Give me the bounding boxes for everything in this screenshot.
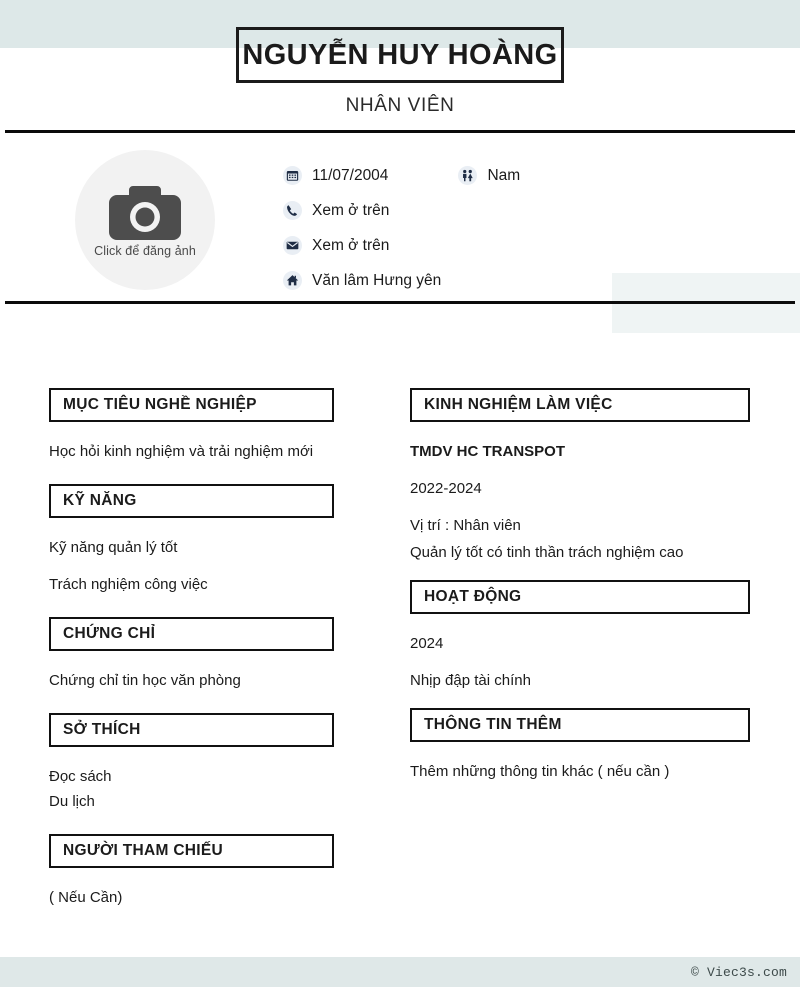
envelope-icon <box>283 236 302 255</box>
candidate-name-box[interactable]: NGUYỄN HUY HOÀNG <box>236 27 564 83</box>
calendar-icon <box>283 166 302 185</box>
section-title-objective: MỤC TIÊU NGHỀ NGHIỆP <box>63 396 257 413</box>
home-icon <box>283 271 302 290</box>
section-header-experience[interactable]: KINH NGHIỆM LÀM VIỆC <box>410 388 750 422</box>
objective-text[interactable]: Học hỏi kinh nghiệm và trải nghiệm mới <box>49 439 334 464</box>
reference-item[interactable]: ( Nếu Cần) <box>49 885 334 910</box>
section-header-references[interactable]: NGƯỜI THAM CHIẾU <box>49 834 334 868</box>
section-title-additional: THÔNG TIN THÊM <box>424 716 562 733</box>
contact-row-address: Văn lâm Hưng yên <box>283 263 603 298</box>
contact-row-email: Xem ở trên <box>283 228 603 263</box>
contact-gender[interactable]: Nam <box>458 166 520 185</box>
section-title-experience: KINH NGHIỆM LÀM VIỆC <box>424 396 613 413</box>
left-column: MỤC TIÊU NGHỀ NGHIỆP Học hỏi kinh nghiệm… <box>49 388 334 910</box>
hobby-item[interactable]: Du lịch <box>49 789 334 814</box>
phone-value: Xem ở trên <box>312 201 390 219</box>
section-header-additional[interactable]: THÔNG TIN THÊM <box>410 708 750 742</box>
experience-description[interactable]: Quản lý tốt có tinh thần trách nghiệm ca… <box>410 540 750 565</box>
gender-icon <box>458 166 478 185</box>
section-title-skills: KỸ NĂNG <box>63 492 137 509</box>
section-header-objective[interactable]: MỤC TIÊU NGHỀ NGHIỆP <box>49 388 334 422</box>
divider-top <box>5 130 795 133</box>
section-header-hobbies[interactable]: SỞ THÍCH <box>49 713 334 747</box>
photo-upload-label: Click để đăng ảnh <box>94 244 196 258</box>
copyright-label: © Viec3s.com <box>690 964 787 980</box>
page-title: NGUYỄN HUY HOÀNG <box>242 38 558 71</box>
address-value: Văn lâm Hưng yên <box>312 271 442 289</box>
experience-period[interactable]: 2022-2024 <box>410 476 750 501</box>
job-title: NHÂN VIÊN <box>345 95 455 116</box>
birthday-value: 11/07/2004 <box>312 166 389 184</box>
contact-row-birthday-gender: 11/07/2004 Nam <box>283 158 603 193</box>
divider-middle <box>5 301 795 304</box>
section-title-references: NGƯỜI THAM CHIẾU <box>63 842 224 859</box>
hobby-item[interactable]: Đọc sách <box>49 764 334 789</box>
section-header-activities[interactable]: HOẠT ĐỘNG <box>410 580 750 614</box>
certificate-item[interactable]: Chứng chỉ tin học văn phòng <box>49 668 334 693</box>
experience-position[interactable]: Vị trí : Nhân viên <box>410 513 750 538</box>
section-title-certificates: CHỨNG CHỈ <box>63 625 156 642</box>
right-column: KINH NGHIỆM LÀM VIỆC TMDV HC TRANSPOT 20… <box>410 388 750 784</box>
section-title-activities: HOẠT ĐỘNG <box>424 588 522 605</box>
experience-company[interactable]: TMDV HC TRANSPOT <box>410 439 750 464</box>
skill-item[interactable]: Trách nghiệm công việc <box>49 572 334 597</box>
skill-item[interactable]: Kỹ năng quản lý tốt <box>49 535 334 560</box>
contact-phone[interactable]: Xem ở trên <box>283 201 389 220</box>
additional-text[interactable]: Thêm những thông tin khác ( nếu cần ) <box>410 759 750 784</box>
contact-birthday[interactable]: 11/07/2004 <box>283 166 388 185</box>
phone-icon <box>283 201 302 220</box>
section-header-certificates[interactable]: CHỨNG CHỈ <box>49 617 334 651</box>
contact-info: 11/07/2004 Nam Xem ở trên Xem ở trên Văn… <box>283 158 603 298</box>
contact-address[interactable]: Văn lâm Hưng yên <box>283 271 441 290</box>
email-value: Xem ở trên <box>312 236 390 254</box>
activity-period[interactable]: 2024 <box>410 631 750 656</box>
contact-email[interactable]: Xem ở trên <box>283 236 389 255</box>
camera-icon <box>109 186 181 240</box>
photo-upload-area[interactable]: Click để đăng ảnh <box>75 150 215 290</box>
gender-value: Nam <box>487 166 521 184</box>
activity-description[interactable]: Nhịp đập tài chính <box>410 668 750 693</box>
section-title-hobbies: SỞ THÍCH <box>63 721 141 738</box>
contact-row-phone: Xem ở trên <box>283 193 603 228</box>
footer-bar: © Viec3s.com <box>0 957 800 987</box>
section-header-skills[interactable]: KỸ NĂNG <box>49 484 334 518</box>
